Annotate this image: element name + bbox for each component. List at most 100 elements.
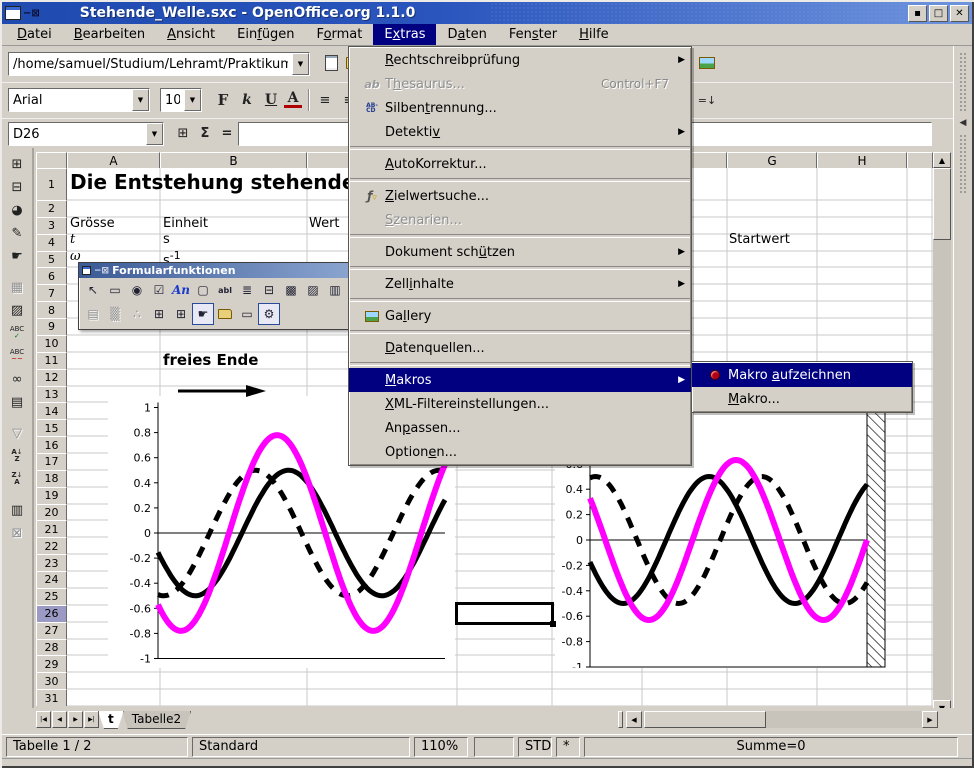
row-header-1[interactable]: 1	[36, 168, 67, 201]
menu-item-gallery[interactable]: Gallery	[349, 304, 691, 328]
url-combobox[interactable]: ▼	[8, 52, 310, 76]
column-header-G[interactable]: G	[727, 152, 817, 169]
column-header-H[interactable]: H	[817, 152, 907, 169]
row-header-5[interactable]: 5	[36, 251, 67, 269]
toolbar-gripper[interactable]	[959, 52, 968, 112]
menu-item-zielwertsuche[interactable]: ƒ▿Zielwertsuche...	[349, 184, 691, 208]
function-icon[interactable]: =	[216, 122, 238, 144]
row-header-8[interactable]: 8	[36, 301, 67, 319]
font-size-combobox[interactable]: ▼	[160, 88, 202, 112]
cell-A3[interactable]: Grösse	[70, 216, 115, 231]
control-properties-icon[interactable]: ▭	[236, 303, 258, 325]
insert-cells-icon[interactable]: ⊟	[4, 176, 30, 198]
font-color-icon[interactable]: A	[284, 90, 302, 108]
close-button[interactable]: ✕	[950, 5, 969, 22]
cell-reference-input[interactable]	[9, 123, 146, 145]
menu-item-silbentrennung[interactable]: AB-CDSilbentrennung...	[349, 96, 691, 120]
form-functions-window[interactable]: −⊠ Formularfunktionen ↖▭◉☑An▢abl≣⊟▩▨▥ ▤▒…	[78, 262, 350, 330]
url-dropdown-icon[interactable]: ▼	[292, 53, 309, 75]
url-input[interactable]	[9, 53, 292, 75]
menu-extras[interactable]: Extras	[373, 24, 436, 45]
ungroup-icon[interactable]: ⊠	[4, 522, 30, 544]
row-header-9[interactable]: 9	[36, 318, 67, 336]
label-field-icon[interactable]: An	[170, 279, 192, 301]
push-button-icon[interactable]: ▭	[104, 279, 126, 301]
form-functions-titlebar[interactable]: −⊠ Formularfunktionen	[79, 263, 349, 278]
minimize-button[interactable]: ▪	[908, 5, 927, 22]
cell-reference-combobox[interactable]: ▼	[8, 122, 164, 146]
next-sheet-icon[interactable]: ▶	[68, 711, 83, 728]
more-controls-icon[interactable]: ⊞	[170, 303, 192, 325]
row-header-24[interactable]: 24	[36, 571, 67, 589]
find-replace-icon[interactable]: ∞	[4, 368, 30, 390]
autofilter-icon[interactable]: ▽	[4, 422, 30, 444]
toolbar-gripper[interactable]	[959, 134, 968, 194]
insert-icon[interactable]: ⊞	[4, 153, 30, 175]
scroll-up-icon[interactable]: ▲	[933, 152, 951, 168]
open-in-design-mode-icon[interactable]	[214, 303, 236, 325]
row-header-27[interactable]: 27	[36, 622, 67, 640]
row-header-2[interactable]: 2	[36, 200, 67, 218]
align-bottom-icon[interactable]: =↓	[696, 89, 718, 111]
format-paintbrush-icon[interactable]: ▨	[4, 299, 30, 321]
sort-ascending-icon[interactable]: A↓Z	[4, 445, 30, 467]
form-properties-icon[interactable]: ⚙	[258, 303, 280, 325]
menu-ansicht[interactable]: Ansicht	[156, 24, 226, 45]
row-header-21[interactable]: 21	[36, 520, 67, 538]
sum-icon[interactable]: Σ	[194, 122, 216, 144]
zoom-level[interactable]: 110%	[414, 737, 468, 757]
cell-G4[interactable]: Startwert	[729, 232, 790, 247]
row-header-18[interactable]: 18	[36, 470, 67, 488]
sort-descending-icon[interactable]: Z↓A	[4, 468, 30, 490]
group-icon[interactable]: ▥	[4, 499, 30, 521]
row-header-28[interactable]: 28	[36, 639, 67, 657]
vertical-scrollbar[interactable]: ▲ ▼	[933, 152, 951, 716]
italic-button[interactable]: k	[236, 89, 258, 111]
connector-icon[interactable]: ∴	[126, 303, 148, 325]
row-header-3[interactable]: 3	[36, 217, 67, 235]
formatted-field-icon[interactable]: ▒	[104, 303, 126, 325]
menu-item-datenquellen[interactable]: Datenquellen...	[349, 336, 691, 360]
previous-sheet-icon[interactable]: ◀	[52, 711, 67, 728]
row-header-23[interactable]: 23	[36, 554, 67, 572]
cell-reference-dropdown-icon[interactable]: ▼	[146, 123, 163, 145]
menu-item-rechtschreibpruefung[interactable]: Rechtschreibprüfung▶	[349, 48, 691, 72]
row-header-17[interactable]: 17	[36, 453, 67, 471]
row-header-20[interactable]: 20	[36, 504, 67, 522]
font-name-combobox[interactable]: ▼	[8, 88, 150, 112]
selection-mode[interactable]: STD	[518, 737, 552, 757]
first-sheet-icon[interactable]: |◀	[36, 711, 51, 728]
row-header-13[interactable]: 13	[36, 386, 67, 404]
cell-B4[interactable]: s	[163, 232, 170, 247]
sum-indicator[interactable]: Summe=0	[584, 737, 958, 757]
cell-A1[interactable]: Die Entstehung stehender W	[70, 170, 394, 194]
hide-toolbar-arrow-icon[interactable]: ◀	[954, 118, 972, 128]
group-box-icon[interactable]: ▢	[192, 279, 214, 301]
cell-B3[interactable]: Einheit	[163, 216, 208, 231]
fill-handle[interactable]	[550, 621, 556, 627]
menu-item-thesaurus[interactable]: abThesaurus...Control+F7	[349, 72, 691, 96]
column-header-A[interactable]: A	[67, 152, 160, 169]
cell-B11[interactable]: freies Ende	[163, 351, 258, 369]
title-bar[interactable]: −⊠ Stehende_Welle.sxc - OpenOffice.org 1…	[2, 2, 972, 24]
align-left-icon[interactable]: ≡	[314, 89, 336, 111]
cell-C3[interactable]: Wert	[309, 216, 340, 231]
row-header-19[interactable]: 19	[36, 487, 67, 505]
row-header-10[interactable]: 10	[36, 335, 67, 353]
bold-button[interactable]: F	[212, 89, 234, 111]
horizontal-scrollbar-thumb[interactable]	[644, 711, 766, 728]
draw-functions-icon[interactable]: ✎	[4, 222, 30, 244]
menu-einfuegen[interactable]: Einfügen	[226, 24, 305, 45]
menu-format[interactable]: Format	[306, 24, 374, 45]
menu-item-detektiv[interactable]: Detektiv▶	[349, 120, 691, 144]
row-header-22[interactable]: 22	[36, 537, 67, 555]
sheet-tab-Tabelle2[interactable]: Tabelle2	[122, 711, 191, 729]
active-cell-selection[interactable]	[455, 602, 554, 625]
sheet-tab-t[interactable]: t	[98, 711, 124, 729]
list-box-icon[interactable]: ≣	[236, 279, 258, 301]
row-header-15[interactable]: 15	[36, 419, 67, 437]
menu-item-szenarien[interactable]: Szenarien...	[349, 208, 691, 232]
column-header-partial[interactable]	[907, 152, 933, 169]
radio-button-icon[interactable]: ◉	[126, 279, 148, 301]
combo-box-icon[interactable]: ⊟	[258, 279, 280, 301]
